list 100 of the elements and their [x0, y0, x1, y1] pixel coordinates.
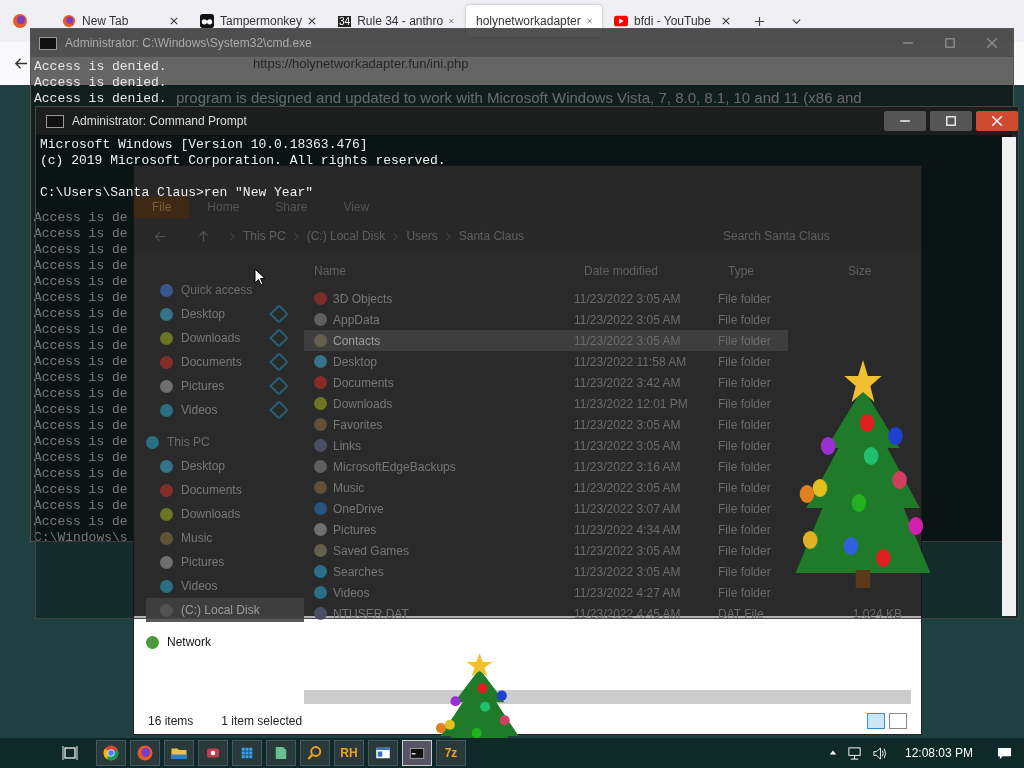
file-row[interactable]: Downloads 11/23/2022 12:01 PM File folder — [304, 393, 788, 414]
chevron-icon — [293, 231, 299, 241]
network-icon[interactable] — [846, 745, 862, 761]
browser-tab[interactable]: holynetworkadapter — [466, 5, 602, 37]
console-line: Access is de — [34, 450, 128, 466]
fox-icon[interactable] — [12, 13, 28, 29]
clock[interactable]: 12:08:03 PM — [904, 746, 973, 760]
console-line: Access is de — [34, 338, 128, 354]
file-row[interactable]: AppData 11/23/2022 3:05 AM File folder — [304, 309, 788, 330]
maximize-button[interactable] — [930, 111, 972, 131]
speaker-icon[interactable] — [871, 745, 887, 761]
search-icon[interactable] — [300, 740, 330, 766]
file-name: Documents — [333, 375, 394, 390]
file-row[interactable]: MicrosoftEdgeBackups 11/23/2022 3:16 AM File folder — [304, 456, 788, 477]
file-row[interactable]: Pictures 11/23/2022 4:34 AM File folder — [304, 519, 788, 540]
minimize-button[interactable] — [884, 111, 926, 131]
table-cell-text: File folder — [718, 564, 772, 579]
close-button[interactable] — [976, 111, 1018, 131]
nav-item[interactable]: Pictures — [146, 374, 304, 398]
table-cell-text: 11/23/2022 3:05 AM — [574, 480, 682, 495]
file-name: Favorites — [333, 417, 383, 432]
details-view-icon[interactable] — [867, 713, 885, 729]
table-cell-text: 11/23/2022 3:05 AM — [574, 564, 682, 579]
eyes-icon — [200, 14, 214, 28]
console-line: (c) 2019 Microsoft Corporation. All rights reserved. — [40, 153, 446, 169]
close-icon[interactable] — [308, 17, 316, 25]
vertical-scrollbar[interactable] — [1002, 137, 1016, 616]
nav-item[interactable]: Documents — [146, 350, 304, 374]
thumbnail-view-icon[interactable] — [889, 713, 907, 729]
table-cell-text: 11/23/2022 3:05 AM — [574, 312, 682, 327]
horizontal-scrollbar[interactable] — [304, 690, 911, 704]
nav-item[interactable]: Downloads — [146, 326, 304, 350]
browser-icon[interactable] — [96, 740, 126, 766]
browser-tab[interactable]: Tampermonkey — [190, 5, 326, 37]
back-arrow-icon[interactable] — [14, 56, 29, 71]
nav-item[interactable]: This PC — [146, 430, 304, 454]
nav-item[interactable]: Videos — [146, 398, 304, 422]
app-icon[interactable]: RH — [334, 740, 364, 766]
file-row[interactable]: Searches 11/23/2022 3:05 AM File folder — [304, 561, 788, 582]
table-cell-text: File folder — [718, 354, 772, 369]
window-icon[interactable] — [368, 740, 398, 766]
book-icon[interactable] — [266, 740, 296, 766]
file-row[interactable]: Desktop 11/23/2022 11:58 AM File folder — [304, 351, 788, 372]
task-view-icon[interactable] — [62, 745, 78, 761]
table-cell-text: File folder — [718, 438, 772, 453]
plus-icon[interactable] — [754, 15, 765, 27]
nav-item[interactable]: Documents — [146, 478, 304, 502]
close-icon[interactable] — [170, 17, 178, 25]
console-line: Access is de — [34, 306, 128, 322]
nav-item[interactable]: Network — [146, 630, 304, 654]
file-row[interactable]: Favorites 11/23/2022 3:05 AM File folder — [304, 414, 788, 435]
file-name: Music — [333, 480, 365, 495]
file-name: Saved Games — [333, 543, 410, 558]
file-row[interactable]: Music 11/23/2022 3:05 AM File folder — [304, 477, 788, 498]
nav-item[interactable]: Videos — [146, 574, 304, 598]
file-name: Searches — [333, 564, 384, 579]
caret-icon[interactable] — [828, 749, 837, 757]
file-row[interactable]: Videos 11/23/2022 4:27 AM File folder — [304, 582, 788, 603]
browser-tab[interactable]: bfdi - YouTube — [604, 5, 740, 37]
table-cell-text: File folder — [718, 522, 772, 537]
console-line: Access is de — [34, 242, 128, 258]
browser-tab[interactable]: 34 Rule 34 - anthro — [328, 5, 464, 37]
notification-icon[interactable] — [997, 745, 1012, 761]
nav-item[interactable]: Desktop — [146, 454, 304, 478]
file-row[interactable]: Links 11/23/2022 3:05 AM File folder — [304, 435, 788, 456]
nav-item[interactable]: Pictures — [146, 550, 304, 574]
app-icon[interactable] — [198, 740, 228, 766]
table-cell-text: File folder — [718, 459, 772, 474]
file-name: 3D Objects — [333, 291, 393, 306]
table-cell-text: File folder — [718, 291, 772, 306]
file-row[interactable]: 3D Objects 11/23/2022 3:05 AM File folder — [304, 288, 788, 309]
file-row[interactable]: OneDrive 11/23/2022 3:07 AM File folder — [304, 498, 788, 519]
file-row[interactable]: Documents 11/23/2022 3:42 AM File folder — [304, 372, 788, 393]
console-line: Access is de — [34, 370, 128, 386]
nav-item[interactable]: Quick access — [146, 278, 304, 302]
grid-icon[interactable] — [232, 740, 262, 766]
nav-item[interactable]: (C:) Local Disk — [146, 598, 304, 622]
app-icon[interactable]: 7z — [436, 740, 466, 766]
file-row[interactable]: Saved Games 11/23/2022 3:05 AM File folder — [304, 540, 788, 561]
console-line: Access is de — [34, 290, 128, 306]
table-cell-text: File folder — [718, 417, 772, 432]
nav-item[interactable]: Downloads — [146, 502, 304, 526]
table-cell-text: File folder — [718, 585, 772, 600]
close-icon[interactable] — [722, 17, 730, 25]
terminal-icon[interactable] — [402, 740, 432, 766]
nav-item[interactable]: Music — [146, 526, 304, 550]
chevron-icon — [230, 231, 235, 241]
ribbon-tab[interactable]: File — [134, 196, 190, 218]
table-cell-text: 11/23/2022 3:42 AM — [574, 375, 682, 390]
console-line: Access is de — [34, 514, 128, 530]
address-bar[interactable]: https://holynetworkadapter.fun/ini.php — [253, 56, 469, 71]
console-line: Access is de — [34, 418, 128, 434]
table-cell-text: 11/23/2022 12:01 PM — [574, 396, 689, 411]
file-name: Contacts — [333, 333, 381, 348]
console-line: Access is de — [34, 258, 128, 274]
browser-tab[interactable]: New Tab — [52, 5, 188, 37]
console-line: Access is de — [34, 498, 128, 514]
fox-icon[interactable] — [130, 740, 160, 766]
console-line: Access is de — [34, 402, 128, 418]
nav-item[interactable]: Desktop — [146, 302, 304, 326]
